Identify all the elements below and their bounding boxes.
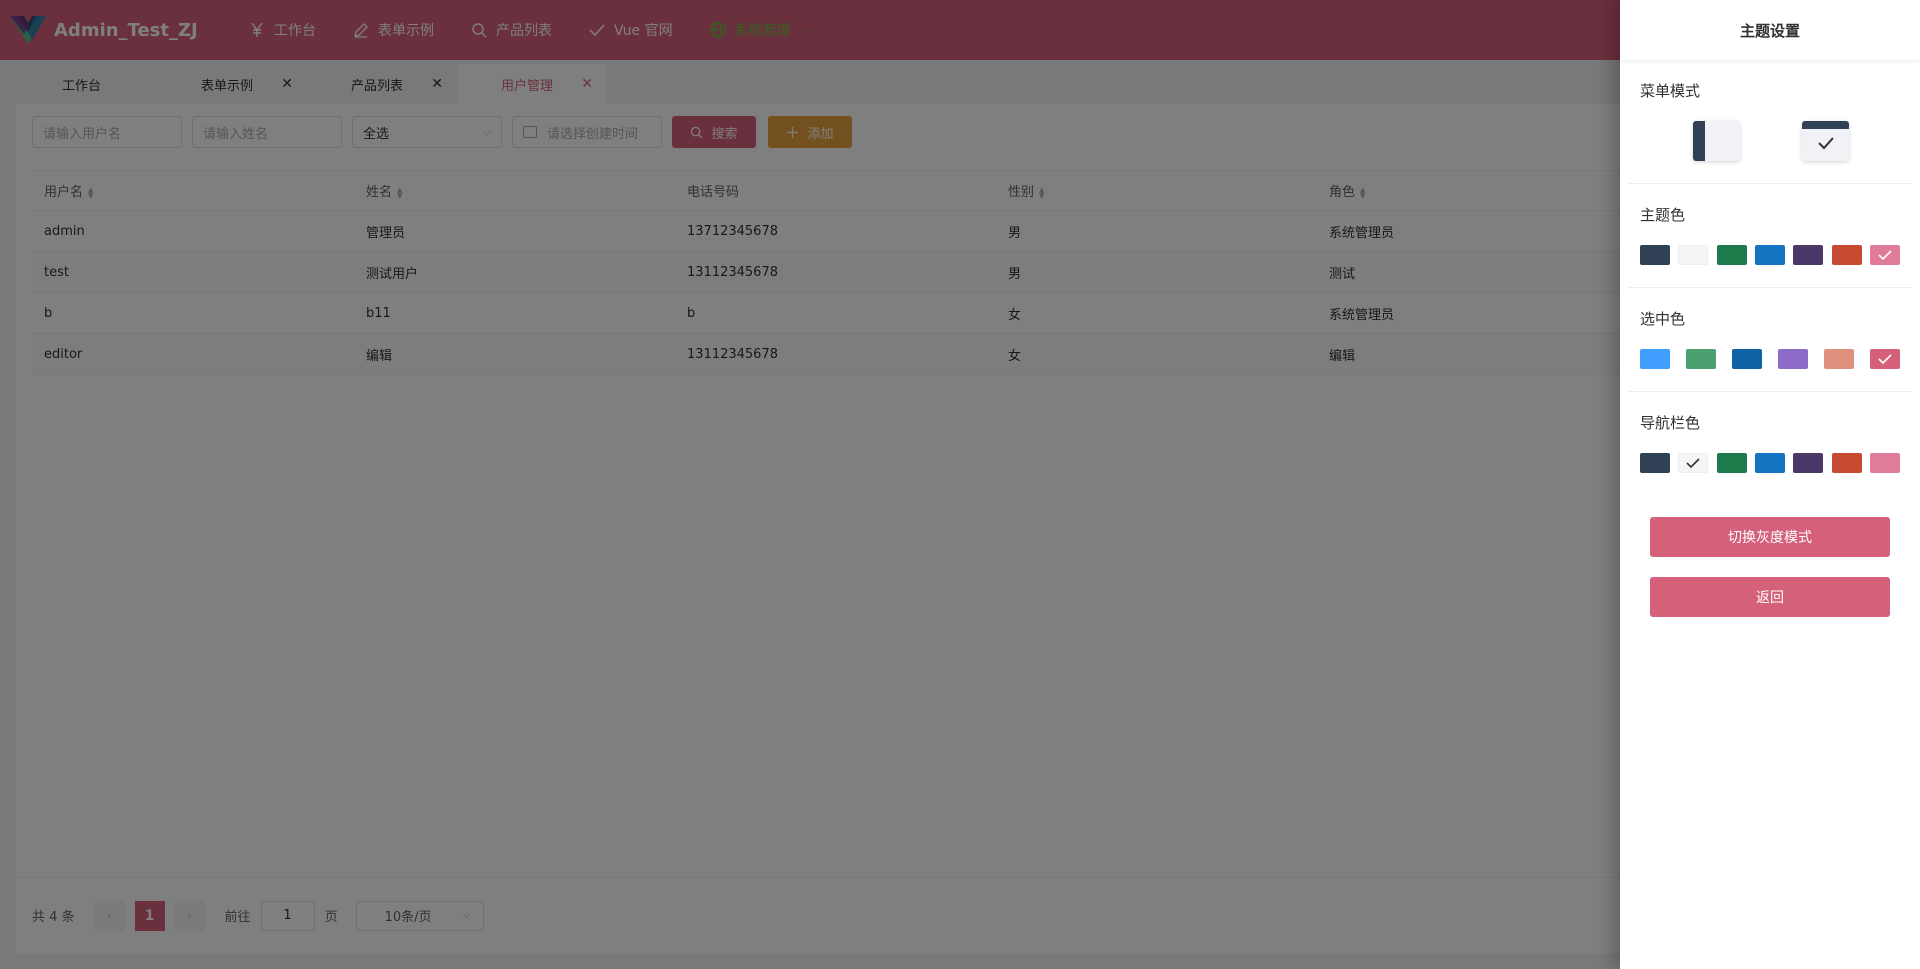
theme-color-swatch[interactable] bbox=[1678, 245, 1709, 265]
theme-color-swatches bbox=[1640, 245, 1900, 265]
check-icon bbox=[1686, 458, 1700, 469]
menu-mode-vertical[interactable] bbox=[1693, 121, 1740, 161]
sidebar-preview bbox=[1693, 121, 1705, 161]
navbar-color-swatch[interactable] bbox=[1869, 453, 1900, 473]
navbar-color-swatch[interactable] bbox=[1793, 453, 1824, 473]
divider bbox=[1628, 391, 1912, 392]
divider bbox=[1628, 287, 1912, 288]
navbar-color-section: 导航栏色 bbox=[1620, 412, 1920, 473]
toggle-gray-mode-button[interactable]: 切换灰度模式 bbox=[1650, 517, 1890, 557]
drawer-title: 主题设置 bbox=[1620, 0, 1920, 60]
divider bbox=[1628, 183, 1912, 184]
theme-color-swatch[interactable] bbox=[1793, 245, 1824, 265]
selected-color-swatch[interactable] bbox=[1778, 349, 1808, 369]
navbar-color-swatch[interactable] bbox=[1831, 453, 1862, 473]
navbar-color-swatch[interactable] bbox=[1754, 453, 1785, 473]
navbar-color-swatches bbox=[1640, 453, 1900, 473]
navbar-color-swatch[interactable] bbox=[1678, 453, 1709, 473]
selected-color-swatch[interactable] bbox=[1640, 349, 1670, 369]
navbar-color-swatch[interactable] bbox=[1716, 453, 1747, 473]
check-icon bbox=[1878, 250, 1892, 261]
check-icon bbox=[1878, 354, 1892, 365]
section-title: 导航栏色 bbox=[1640, 414, 1701, 432]
section-title: 选中色 bbox=[1640, 310, 1686, 328]
selected-color-swatch[interactable] bbox=[1824, 349, 1854, 369]
selected-color-section: 选中色 bbox=[1620, 308, 1920, 369]
selected-color-swatch[interactable] bbox=[1686, 349, 1716, 369]
menu-mode-section: 菜单模式 bbox=[1620, 80, 1920, 161]
section-title: 主题色 bbox=[1640, 206, 1686, 224]
theme-color-swatch[interactable] bbox=[1640, 245, 1670, 265]
menu-mode-horizontal[interactable] bbox=[1802, 121, 1849, 161]
theme-settings-drawer: 主题设置 菜单模式 主题色 选中色 导航栏色 切换灰度模式 返回 bbox=[1620, 0, 1920, 969]
selected-color-swatch[interactable] bbox=[1732, 349, 1762, 369]
theme-color-swatch[interactable] bbox=[1754, 245, 1785, 265]
theme-color-swatch[interactable] bbox=[1869, 245, 1900, 265]
menu-mode-options bbox=[1640, 121, 1900, 161]
theme-color-section: 主题色 bbox=[1620, 204, 1920, 265]
theme-color-swatch[interactable] bbox=[1716, 245, 1747, 265]
section-title: 菜单模式 bbox=[1640, 82, 1701, 100]
theme-color-swatch[interactable] bbox=[1831, 245, 1862, 265]
topbar-preview bbox=[1802, 121, 1849, 129]
selected-color-swatch[interactable] bbox=[1870, 349, 1900, 369]
navbar-color-swatch[interactable] bbox=[1640, 453, 1670, 473]
check-icon bbox=[1818, 137, 1834, 150]
selected-color-swatches bbox=[1640, 349, 1900, 369]
back-button[interactable]: 返回 bbox=[1650, 577, 1890, 617]
